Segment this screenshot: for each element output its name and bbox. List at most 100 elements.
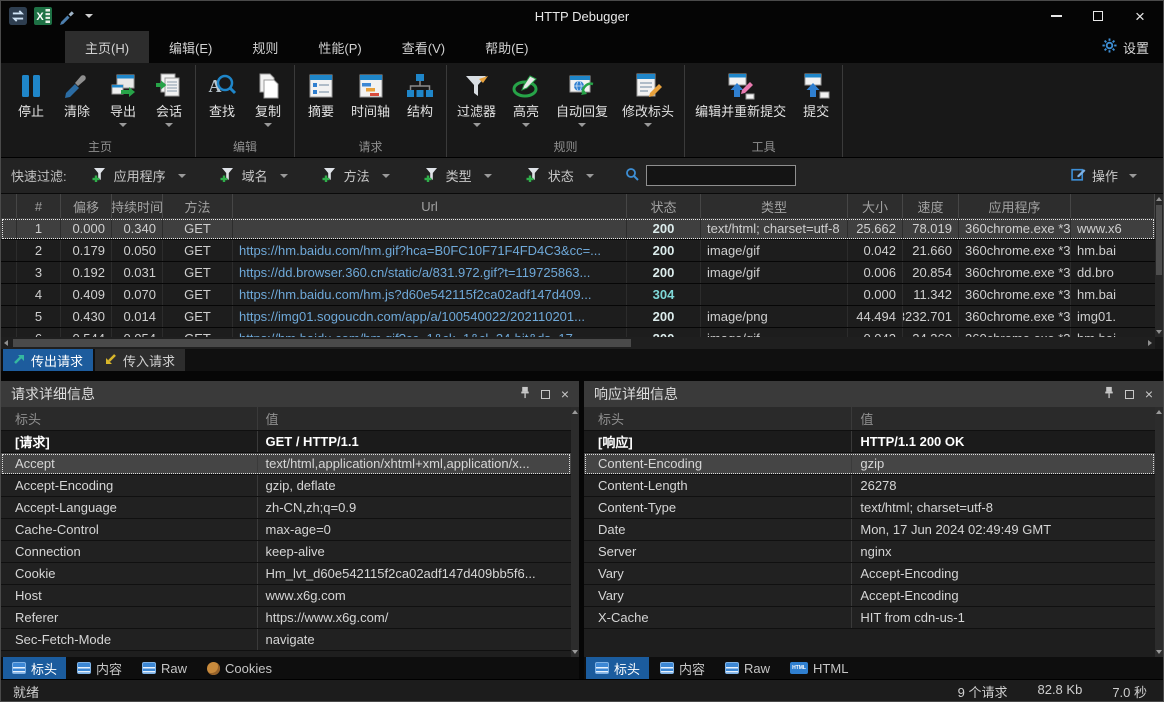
column-header[interactable]: 类型 [701,194,848,218]
column-header[interactable]: 方法 [163,194,233,218]
minimize-button[interactable] [1035,2,1077,30]
panel-vertical-scrollbar[interactable] [1155,407,1163,657]
pin-icon[interactable] [520,386,530,402]
timeline-button[interactable]: 时间轴 [344,65,397,140]
column-header[interactable] [1071,194,1155,218]
stop-button[interactable]: 停止 [8,65,54,140]
header-row[interactable]: Content-Length 26278 [584,475,1155,497]
menu-item[interactable]: 帮助(E) [465,31,548,63]
edit-resubmit-button[interactable]: 编辑并重新提交 [688,65,793,140]
header-column-label[interactable]: 标头 [1,407,258,430]
maximize-panel-icon[interactable] [1125,390,1134,399]
menu-item[interactable]: 查看(V) [382,31,465,63]
column-header[interactable]: # [17,194,61,218]
clear-button[interactable]: 清除 [54,65,100,140]
tab-incoming-requests[interactable]: 传入请求 [95,349,185,371]
column-header[interactable]: 应用程序 [959,194,1071,218]
header-row[interactable]: Connection keep-alive [1,541,571,563]
actions-button[interactable]: 操作 [1071,166,1153,185]
request-row[interactable]: 4 0.409 0.070 GET https://hm.baidu.com/h… [1,284,1155,306]
highlight-button[interactable]: 高亮 [503,65,549,140]
header-row[interactable]: [响应] HTTP/1.1 200 OK [584,431,1155,453]
column-header[interactable]: 偏移 [61,194,112,218]
excel-export-icon[interactable]: X [34,7,52,25]
value-column-label[interactable]: 值 [258,407,572,430]
summary-button[interactable]: 摘要 [298,65,344,140]
column-header[interactable]: 大小 [848,194,903,218]
header-row[interactable]: Content-Type text/html; charset=utf-8 [584,497,1155,519]
header-row[interactable]: Accept-Language zh-CN,zh;q=0.9 [1,497,571,519]
auto-responder-button[interactable]: 自动回复 [549,65,615,140]
close-panel-icon[interactable]: × [561,387,569,401]
header-row[interactable]: Vary Accept-Encoding [584,563,1155,585]
menu-item[interactable]: 性能(P) [298,31,381,63]
header-row[interactable]: Cache-Control max-age=0 [1,519,571,541]
settings-button[interactable]: 设置 [1088,31,1163,63]
filter-dropdown-button[interactable]: 类型 [413,163,503,189]
panel-tab[interactable]: Raw [716,657,779,679]
grid-horizontal-scrollbar[interactable] [1,337,1155,349]
panel-tab[interactable]: 内容 [68,657,131,679]
column-header[interactable]: Url [233,194,627,218]
request-row[interactable]: 6 0.544 0.054 GET https://hm.baidu.com/h… [1,328,1155,337]
header-row[interactable]: Accept-Encoding gzip, deflate [1,475,571,497]
filter-dropdown-button[interactable]: 方法 [311,163,401,189]
search-input[interactable] [646,165,796,186]
panel-tab[interactable]: 标头 [586,657,649,679]
tab-icon [77,662,91,674]
structure-button[interactable]: 结构 [397,65,443,140]
panel-tab[interactable]: 标头 [3,657,66,679]
header-row[interactable]: Sec-Fetch-Mode navigate [1,629,571,651]
swap-arrows-icon[interactable] [9,7,27,25]
header-row[interactable]: Referer https://www.x6g.com/ [1,607,571,629]
request-row[interactable]: 3 0.192 0.031 GET https://dd.browser.360… [1,262,1155,284]
export-button[interactable]: 导出 [100,65,146,140]
brush-icon[interactable] [59,8,76,25]
column-header[interactable]: 持续时间 [112,194,163,218]
header-row[interactable]: Server nginx [584,541,1155,563]
request-row[interactable]: 1 0.000 0.340 GET 200 text/html; charset… [1,218,1155,240]
request-row[interactable]: 2 0.179 0.050 GET https://hm.baidu.com/h… [1,240,1155,262]
scroll-up-icon [1156,410,1162,414]
close-panel-icon[interactable]: × [1145,387,1153,401]
menu-item[interactable]: 编辑(E) [149,31,232,63]
header-row[interactable]: Accept text/html,application/xhtml+xml,a… [1,453,571,475]
find-button[interactable]: A 查找 [199,65,245,140]
close-button[interactable]: × [1119,2,1161,30]
filter-dropdown-button[interactable]: 状态 [515,163,605,189]
menu-item[interactable]: 规则 [232,31,298,63]
submit-button[interactable]: 提交 [793,65,839,140]
maximize-panel-icon[interactable] [541,390,550,399]
column-header[interactable]: 速度 [903,194,959,218]
session-button[interactable]: 会话 [146,65,192,140]
column-header[interactable]: 状态 [627,194,701,218]
menu-item[interactable]: 主页(H) [65,31,149,63]
panel-tab[interactable]: Cookies [198,657,281,679]
grid-vertical-scrollbar[interactable] [1155,194,1163,337]
header-name: [请求] [1,431,258,452]
panel-vertical-scrollbar[interactable] [571,407,579,657]
filter-dropdown-button[interactable]: 域名 [209,163,299,189]
qat-dropdown-icon[interactable] [85,14,93,18]
header-row[interactable]: X-Cache HIT from cdn-us-1 [584,607,1155,629]
column-header[interactable] [1,194,17,218]
request-row[interactable]: 5 0.430 0.014 GET https://img01.sogoucdn… [1,306,1155,328]
header-column-label[interactable]: 标头 [584,407,852,430]
panel-tab[interactable]: HTML [781,657,857,679]
modify-headers-button[interactable]: 修改标头 [615,65,681,140]
filter-dropdown-button[interactable]: 应用程序 [81,163,197,189]
maximize-button[interactable] [1077,2,1119,30]
header-row[interactable]: Content-Encoding gzip [584,453,1155,475]
header-row[interactable]: Cookie Hm_lvt_d60e542115f2ca02adf147d409… [1,563,571,585]
header-row[interactable]: Host www.x6g.com [1,585,571,607]
panel-tab[interactable]: 内容 [651,657,714,679]
tab-outgoing-requests[interactable]: 传出请求 [3,349,93,371]
copy-button[interactable]: 复制 [245,65,291,140]
pin-icon[interactable] [1104,386,1114,402]
header-row[interactable]: [请求] GET / HTTP/1.1 [1,431,571,453]
value-column-label[interactable]: 值 [852,407,1155,430]
header-row[interactable]: Vary Accept-Encoding [584,585,1155,607]
header-row[interactable]: Date Mon, 17 Jun 2024 02:49:49 GMT [584,519,1155,541]
panel-tab[interactable]: Raw [133,657,196,679]
filter-button[interactable]: 过滤器 [450,65,503,140]
